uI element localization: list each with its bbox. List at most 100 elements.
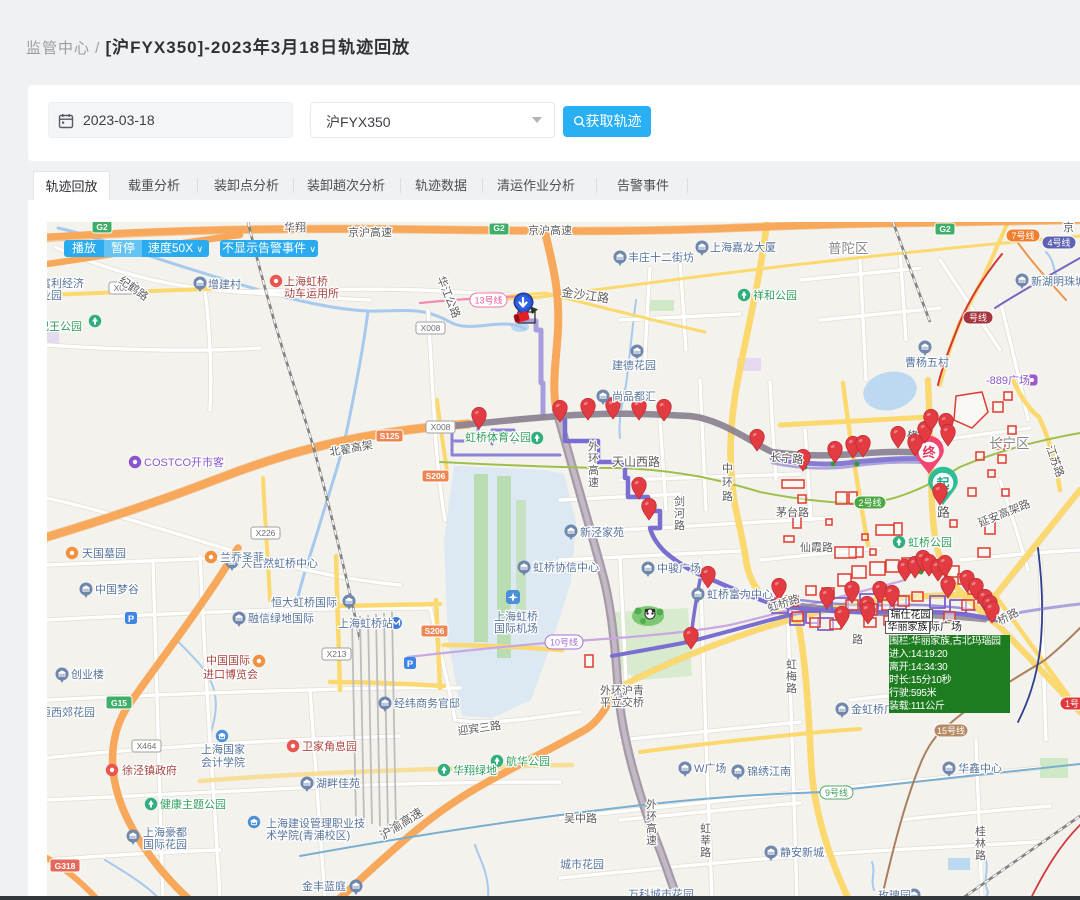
svg-text:号线: 号线 [969,312,987,323]
svg-text:G318: G318 [55,861,76,871]
svg-text:路: 路 [937,505,950,520]
svg-text:富利经济: 富利经济 [47,276,84,290]
svg-text:X008: X008 [421,323,441,333]
svg-text:7号线: 7号线 [1011,230,1034,241]
svg-text:新湖明珠城: 新湖明珠城 [1031,274,1080,288]
svg-text:华翔: 华翔 [284,222,306,234]
svg-text:兰乔圣菲: 兰乔圣菲 [220,551,264,564]
svg-text:终: 终 [922,445,936,460]
svg-text:虹桥体育公园: 虹桥体育公园 [465,430,531,444]
svg-text:恒西郊花园: 恒西郊花园 [47,706,95,719]
svg-text:健康主题公园: 健康主题公园 [160,797,226,811]
svg-text:虹: 虹 [786,658,797,671]
svg-text:长宁区: 长宁区 [989,435,1030,451]
svg-text:G2: G2 [939,224,951,234]
svg-text:X464: X464 [137,741,157,751]
svg-text:京沪高速: 京沪高速 [528,223,572,237]
svg-text:G2: G2 [96,222,108,232]
svg-text:外: 外 [588,440,599,453]
svg-text:W广场: W广场 [694,761,726,775]
svg-text:S206: S206 [426,471,446,481]
svg-text:中骏广场: 中骏广场 [657,561,701,575]
svg-text:9号线: 9号线 [825,787,848,798]
svg-text:静安新城: 静安新城 [780,845,824,859]
svg-text:曹杨五村: 曹杨五村 [905,355,949,369]
svg-text:华翔绿地: 华翔绿地 [453,763,497,777]
svg-text:融信绿地国际: 融信绿地国际 [248,611,314,625]
svg-text:2号线: 2号线 [858,497,881,508]
svg-text:仙霞路: 仙霞路 [800,541,833,554]
svg-text:15号线: 15号线 [937,725,965,736]
svg-text:环: 环 [646,811,657,823]
svg-text:速: 速 [646,834,657,847]
svg-text:增建村: 增建村 [208,277,241,291]
svg-text:路: 路 [975,849,986,862]
svg-text:纪王公园: 纪王公园 [47,320,82,333]
svg-text:卫家角息园: 卫家角息园 [302,739,357,753]
svg-text:剑: 剑 [674,494,685,508]
svg-text:建德花园: 建德花园 [612,358,656,372]
svg-text:S206: S206 [425,626,445,636]
svg-text:上海豪都: 上海豪都 [143,825,187,839]
svg-text:高: 高 [588,463,599,477]
svg-text:梅: 梅 [786,669,797,683]
svg-text:天山西路: 天山西路 [612,454,660,469]
svg-text:丰庄十二街坊: 丰庄十二街坊 [628,250,694,264]
svg-text:术学院(青浦校区): 术学院(青浦校区) [266,828,350,842]
svg-text:X213: X213 [327,649,347,659]
svg-text:业园: 业园 [47,289,62,302]
svg-text:吴中路: 吴中路 [564,812,597,825]
svg-text:莘: 莘 [700,833,711,847]
svg-text:中国梦谷: 中国梦谷 [95,583,139,596]
svg-text:环: 环 [588,453,599,465]
svg-text:湖畔佳苑: 湖畔佳苑 [316,776,360,790]
svg-text:京沪高速: 京沪高速 [348,225,392,239]
svg-text:路: 路 [722,490,733,503]
svg-text:金丰蓝庭: 金丰蓝庭 [302,879,346,893]
svg-text:S125: S125 [380,431,400,441]
svg-text:G15: G15 [111,698,127,708]
svg-text:平立交桥: 平立交桥 [600,695,644,709]
svg-text:中: 中 [722,462,733,475]
svg-text:京: 京 [1063,222,1074,234]
svg-text:恒大虹桥国际: 恒大虹桥国际 [271,595,337,609]
svg-text:进口博览会: 进口博览会 [203,667,258,681]
svg-text:天国墓园: 天国墓园 [82,547,126,560]
svg-text:路: 路 [700,846,711,859]
svg-text:上海虹桥: 上海虹桥 [284,274,328,288]
svg-text:虹: 虹 [700,822,711,835]
svg-text:13号线: 13号线 [474,295,502,306]
svg-text:锦绣江南: 锦绣江南 [747,764,791,778]
svg-text:X008: X008 [431,422,451,432]
svg-text:-889广场: -889广场 [986,373,1030,387]
svg-text:10号线: 10号线 [550,637,578,648]
svg-text:创业楼: 创业楼 [71,667,104,681]
svg-text:尚品都汇: 尚品都汇 [612,389,656,403]
svg-text:上海嘉龙大厦: 上海嘉龙大厦 [710,240,776,254]
svg-text:高: 高 [646,821,657,835]
svg-text:际广场: 际广场 [929,619,962,633]
svg-text:桂: 桂 [975,824,986,838]
svg-text:会计学院: 会计学院 [201,755,245,769]
svg-text:4号线: 4号线 [1047,237,1070,248]
svg-text:虹桥富力中心: 虹桥富力中心 [707,587,773,601]
svg-text:上海国家: 上海国家 [201,742,245,756]
svg-text:COSTCO开市客: COSTCO开市客 [144,455,224,469]
svg-text:河: 河 [674,507,685,520]
svg-text:茅台路: 茅台路 [776,505,809,519]
svg-text:X226: X226 [256,528,276,538]
svg-text:环: 环 [722,477,733,489]
svg-text:路: 路 [786,682,797,695]
svg-text:国际机场: 国际机场 [494,621,538,635]
svg-text:徐泾镇政府: 徐泾镇政府 [122,763,177,777]
svg-text:林: 林 [975,836,986,850]
svg-text:上海虹桥: 上海虹桥 [494,609,538,623]
svg-text:普陀区: 普陀区 [828,241,869,256]
svg-text:中国国际: 中国国际 [206,654,250,667]
svg-text:经纬商务官邸: 经纬商务官邸 [394,696,460,710]
svg-text:城市花园: 城市花园 [560,857,604,871]
svg-text:路: 路 [674,519,685,532]
svg-text:上海虹桥站: 上海虹桥站 [338,616,393,630]
svg-text:祥和公园: 祥和公园 [753,288,797,302]
svg-text:国际花园: 国际花园 [143,838,187,851]
